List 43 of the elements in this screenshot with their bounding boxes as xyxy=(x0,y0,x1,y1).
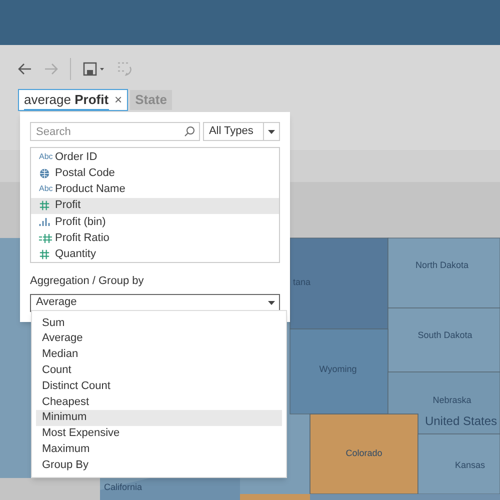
hash-icon xyxy=(39,248,50,260)
bar-chart-icon xyxy=(39,216,51,228)
state-label: California xyxy=(104,482,142,492)
field-list-item[interactable]: Abc Product Name xyxy=(31,181,279,198)
hash-icon xyxy=(39,200,50,212)
state-label: United States xyxy=(424,414,497,428)
save-icon[interactable] xyxy=(83,62,105,76)
state-label: Nebraska xyxy=(432,395,472,405)
menu-option[interactable]: Count xyxy=(36,362,282,378)
state-label: Colorado xyxy=(346,448,382,458)
menu-option[interactable]: Most Expensive xyxy=(36,426,282,442)
field-list-item[interactable]: Quantity xyxy=(31,246,279,262)
field-list-item[interactable]: Profit (bin) xyxy=(31,214,279,230)
search-icon xyxy=(184,126,195,137)
aggregation-label: Aggregation / Group by xyxy=(30,274,145,289)
close-icon[interactable]: × xyxy=(114,90,122,110)
menu-option[interactable]: Median xyxy=(36,346,282,362)
state-label: North Dakota xyxy=(415,260,469,270)
menu-option[interactable]: Sum xyxy=(36,315,282,331)
menu-option[interactable]: Average xyxy=(36,330,282,347)
caret-icon xyxy=(268,300,275,304)
state-label: South Dakota xyxy=(418,330,472,340)
calculated-hash-icon xyxy=(39,232,52,244)
field-list-item[interactable]: Profit xyxy=(31,198,279,214)
pill-text: average Profit xyxy=(24,90,109,110)
search-field[interactable]: Search xyxy=(30,122,200,141)
menu-option[interactable]: Minimum xyxy=(36,410,282,426)
text-type-icon: Abc xyxy=(39,185,53,194)
menu-option[interactable]: Maximum xyxy=(36,441,282,458)
state-label: Wyoming xyxy=(319,364,357,374)
menu-option[interactable]: Cheapest xyxy=(36,394,282,410)
type-filter-dropdown[interactable]: All Types xyxy=(202,122,280,141)
field-list-item[interactable]: Postal Code xyxy=(31,165,279,182)
menu-option[interactable]: Distinct Count xyxy=(36,378,282,394)
state-label: Kansas xyxy=(454,460,486,470)
back-arrow-icon[interactable] xyxy=(18,63,32,75)
field-list-item[interactable]: Abc Order ID xyxy=(31,149,279,166)
pill-edit-field[interactable]: average Profit × xyxy=(18,89,128,111)
field-list-item[interactable]: Profit Ratio xyxy=(31,230,279,246)
globe-icon xyxy=(39,168,50,179)
caret-icon xyxy=(268,130,275,134)
text-type-icon: Abc xyxy=(39,153,53,162)
menu-option[interactable]: Group By xyxy=(36,457,282,473)
